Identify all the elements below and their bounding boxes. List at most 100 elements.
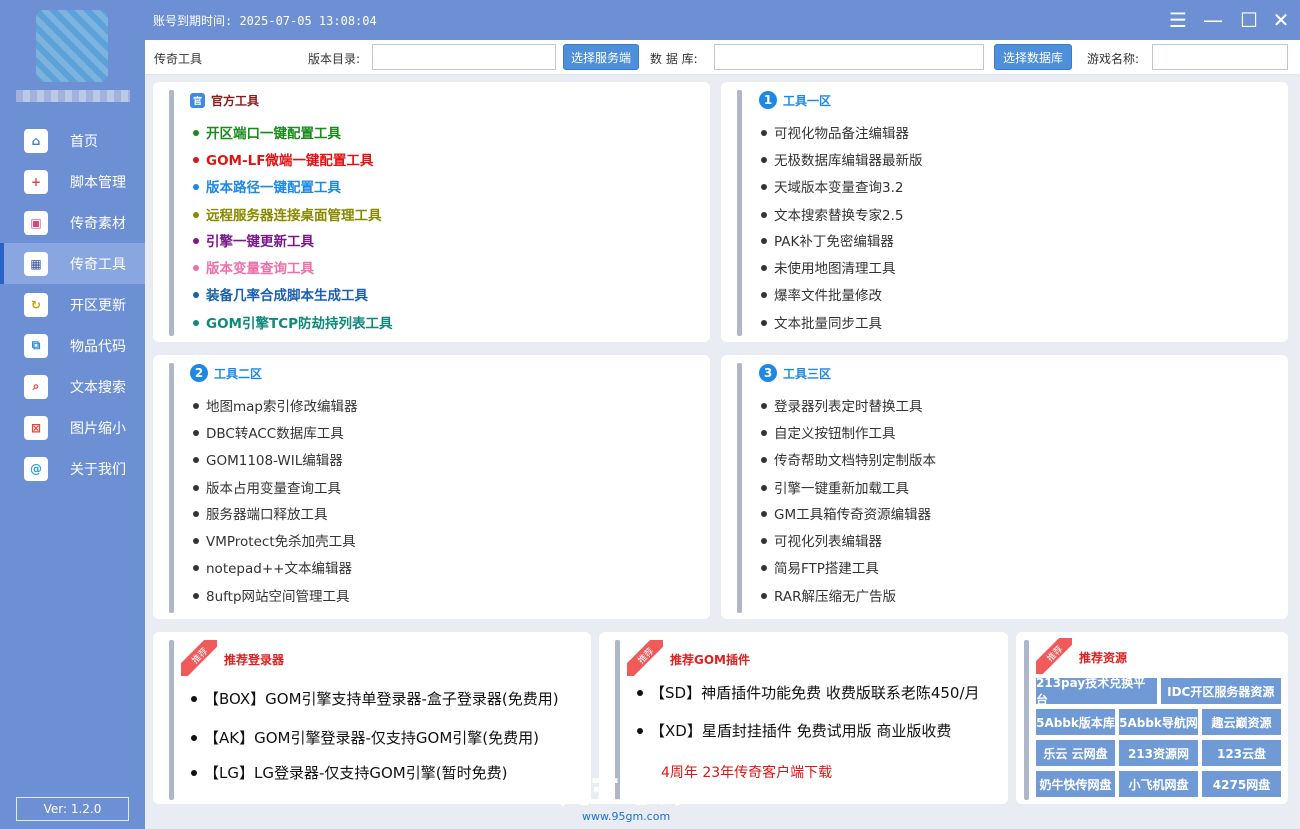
bullet-icon bbox=[191, 734, 197, 741]
official-tool-item[interactable]: 开区端口一键配置工具 bbox=[193, 122, 341, 142]
sidebar-item-label: 开区更新 bbox=[70, 297, 126, 314]
rec_login-item[interactable]: 【BOX】GOM引擎支持单登录器-盒子登录器(免费用) bbox=[191, 688, 559, 709]
official-tool-item[interactable]: 版本变量查询工具 bbox=[193, 257, 314, 277]
zone2-tool-item[interactable]: 8uftp网站空间管理工具 bbox=[193, 585, 350, 605]
bullet-icon bbox=[193, 212, 199, 218]
zone3-tool-item[interactable]: 登录器列表定时替换工具 bbox=[761, 395, 923, 415]
official-tool-item[interactable]: GOM-LF微端一键配置工具 bbox=[193, 149, 373, 169]
sidebar-item-7[interactable]: ⊠ 图片缩小 bbox=[0, 407, 145, 448]
rec_plugin-item[interactable]: 【SD】神盾插件功能免费 收费版联系老陈450/月 bbox=[637, 682, 980, 703]
bullet-icon bbox=[193, 130, 199, 136]
official-tool-item[interactable]: 版本路径一键配置工具 bbox=[193, 176, 341, 196]
grid-icon: ▦ bbox=[24, 251, 48, 276]
zone3-tool-item[interactable]: 简易FTP搭建工具 bbox=[761, 557, 879, 577]
sidebar-item-3[interactable]: ▦ 传奇工具 bbox=[0, 243, 145, 284]
bullet-icon bbox=[761, 593, 767, 599]
zone3-tool-item[interactable]: 自定义按钮制作工具 bbox=[761, 422, 896, 442]
zone1-tool-item[interactable]: 天域版本变量查询3.2 bbox=[761, 176, 903, 196]
sidebar-item-label: 首页 bbox=[70, 133, 98, 150]
sidebar: ⌂ 首页 + 脚本管理 ▣ 传奇素材 ▦ 传奇工具 ↻ 开区更新 ⧉ 物品代码 ⌕ 文本搜索 ⊠ 图片缩小 @ 关… bbox=[0, 0, 145, 829]
zone1-tool-item[interactable]: 爆率文件批量修改 bbox=[761, 284, 882, 304]
game-name-input[interactable] bbox=[1152, 44, 1288, 70]
resource-link-button[interactable]: 213资源网 bbox=[1119, 740, 1198, 766]
recommended-login-panel: 推荐 推荐登录器 【BOX】GOM引擎支持单登录器-盒子登录器(免费用) 【AK】… bbox=[153, 632, 591, 804]
tool-label: 8uftp网站空间管理工具 bbox=[206, 589, 350, 605]
resource-link-button[interactable]: 4275网盘 bbox=[1202, 771, 1281, 797]
database-input[interactable] bbox=[714, 44, 984, 70]
zone2-tool-item[interactable]: 服务器端口释放工具 bbox=[193, 503, 328, 523]
sidebar-item-4[interactable]: ↻ 开区更新 bbox=[0, 284, 145, 325]
sidebar-item-1[interactable]: + 脚本管理 bbox=[0, 161, 145, 202]
zone2-tool-item[interactable]: DBC转ACC数据库工具 bbox=[193, 422, 344, 442]
zone3-tool-item[interactable]: 传奇帮助文档特别定制版本 bbox=[761, 449, 936, 469]
resource-link-button[interactable]: 213pay技术兑换平台 bbox=[1036, 676, 1157, 707]
zone1-tool-item[interactable]: 可视化物品备注编辑器 bbox=[761, 122, 909, 142]
sidebar-item-label: 文本搜索 bbox=[70, 379, 126, 396]
tool-label: 服务器端口释放工具 bbox=[206, 507, 328, 523]
sidebar-item-2[interactable]: ▣ 传奇素材 bbox=[0, 202, 145, 243]
official-tool-item[interactable]: 装备几率合成脚本生成工具 bbox=[193, 284, 368, 304]
sidebar-item-0[interactable]: ⌂ 首页 bbox=[0, 120, 145, 161]
bullet-icon bbox=[637, 727, 643, 734]
resource-link-button[interactable]: 小飞机网盘 bbox=[1119, 771, 1198, 797]
resource-link-button[interactable]: 乐云 云网盘 bbox=[1036, 740, 1115, 766]
zone3-tool-item[interactable]: RAR解压缩无广告版 bbox=[761, 585, 896, 605]
minimize-icon[interactable]: — bbox=[1201, 8, 1225, 32]
sidebar-item-8[interactable]: @ 关于我们 bbox=[0, 448, 145, 489]
rec_plugin-item[interactable]: 【XD】星盾封挂插件 免费试用版 商业版收费 bbox=[637, 720, 951, 741]
official-tool-item[interactable]: 远程服务器连接桌面管理工具 bbox=[193, 204, 382, 224]
zone1-tool-item[interactable]: 文本搜索替换专家2.5 bbox=[761, 204, 903, 224]
bullet-icon bbox=[193, 292, 199, 298]
resource-link-button[interactable]: 趣云巅资源 bbox=[1202, 709, 1281, 735]
bullet-icon bbox=[191, 769, 197, 776]
sidebar-item-6[interactable]: ⌕ 文本搜索 bbox=[0, 366, 145, 407]
game-name-label: 游戏名称: bbox=[1087, 52, 1140, 66]
zone3-tool-item[interactable]: 引擎一键重新加载工具 bbox=[761, 477, 909, 497]
menu-icon[interactable]: ☰ bbox=[1166, 8, 1190, 32]
recommend-ribbon: 推荐 bbox=[1036, 638, 1072, 674]
rec_login-item[interactable]: 【AK】GOM引擎登录器-仅支持GOM引擎(免费用) bbox=[191, 727, 539, 748]
zone1-tool-item[interactable]: 文本批量同步工具 bbox=[761, 312, 882, 332]
zone1-tool-item[interactable]: PAK补丁免密编辑器 bbox=[761, 230, 894, 250]
tool-label: GOM-LF微端一键配置工具 bbox=[206, 153, 374, 169]
zone1-tool-item[interactable]: 无极数据库编辑器最新版 bbox=[761, 149, 923, 169]
tool-label: PAK补丁免密编辑器 bbox=[774, 234, 894, 250]
zone2-title-text: 工具二区 bbox=[214, 366, 263, 381]
zone2-tool-item[interactable]: notepad++文本编辑器 bbox=[193, 557, 352, 577]
bullet-icon bbox=[193, 538, 199, 544]
resource-link-button[interactable]: 5Abbk导航网 bbox=[1119, 709, 1198, 735]
tool-label: 引擎一键重新加载工具 bbox=[774, 481, 909, 497]
zone2-tool-item[interactable]: 版本占用变量查询工具 bbox=[193, 477, 341, 497]
official-tool-item[interactable]: 引擎一键更新工具 bbox=[193, 230, 314, 250]
select-server-button[interactable]: 选择服务端 bbox=[563, 44, 639, 70]
tool-label: 版本路径一键配置工具 bbox=[206, 180, 341, 196]
bullet-icon bbox=[761, 238, 767, 244]
resource-link-button[interactable]: 奶牛快传网盘 bbox=[1036, 771, 1115, 797]
select-database-button[interactable]: 选择数据库 bbox=[994, 44, 1072, 70]
zone2-tool-item[interactable]: GOM1108-WIL编辑器 bbox=[193, 449, 343, 469]
resource-link-button[interactable]: 123云盘 bbox=[1202, 740, 1281, 766]
sidebar-item-5[interactable]: ⧉ 物品代码 bbox=[0, 325, 145, 366]
bullet-icon bbox=[761, 538, 767, 544]
zone1-tool-item[interactable]: 未使用地图清理工具 bbox=[761, 257, 896, 277]
resource-link-button[interactable]: 5Abbk版本库 bbox=[1036, 709, 1115, 735]
database-label: 数 据 库: bbox=[650, 52, 698, 66]
tool-label: 自定义按钮制作工具 bbox=[774, 426, 896, 442]
bullet-icon bbox=[191, 695, 197, 702]
rec-label: 【XD】星盾封挂插件 免费试用版 商业版收费 bbox=[650, 722, 952, 740]
recommend-ribbon: 推荐 bbox=[627, 640, 663, 676]
rec_login-item[interactable]: 【LG】LG登录器-仅支持GOM引擎(暂时免费) bbox=[191, 762, 507, 783]
watermark-url-text: www.95gm.com bbox=[582, 810, 670, 823]
bullet-icon bbox=[761, 265, 767, 271]
official-tool-item[interactable]: GOM引擎TCP防劫持列表工具 bbox=[193, 312, 393, 332]
zone2-tool-item[interactable]: 地图map索引修改编辑器 bbox=[193, 395, 358, 415]
maximize-icon[interactable]: ☐ bbox=[1237, 8, 1261, 32]
resource-link-button[interactable]: IDC开区服务器资源 bbox=[1160, 678, 1281, 704]
close-icon[interactable]: ✕ bbox=[1269, 8, 1293, 32]
official-tools-panel: 官 官方工具 开区端口一键配置工具 GOM-LF微端一键配置工具 版本路径一键配置工… bbox=[153, 82, 710, 342]
version-dir-input[interactable] bbox=[372, 44, 556, 70]
client-download-link[interactable]: 4周年 23年传奇客户端下载 bbox=[661, 762, 832, 782]
zone2-tool-item[interactable]: VMProtect免杀加壳工具 bbox=[193, 530, 356, 550]
zone3-tool-item[interactable]: GM工具箱传奇资源编辑器 bbox=[761, 503, 931, 523]
zone3-tool-item[interactable]: 可视化列表编辑器 bbox=[761, 530, 882, 550]
